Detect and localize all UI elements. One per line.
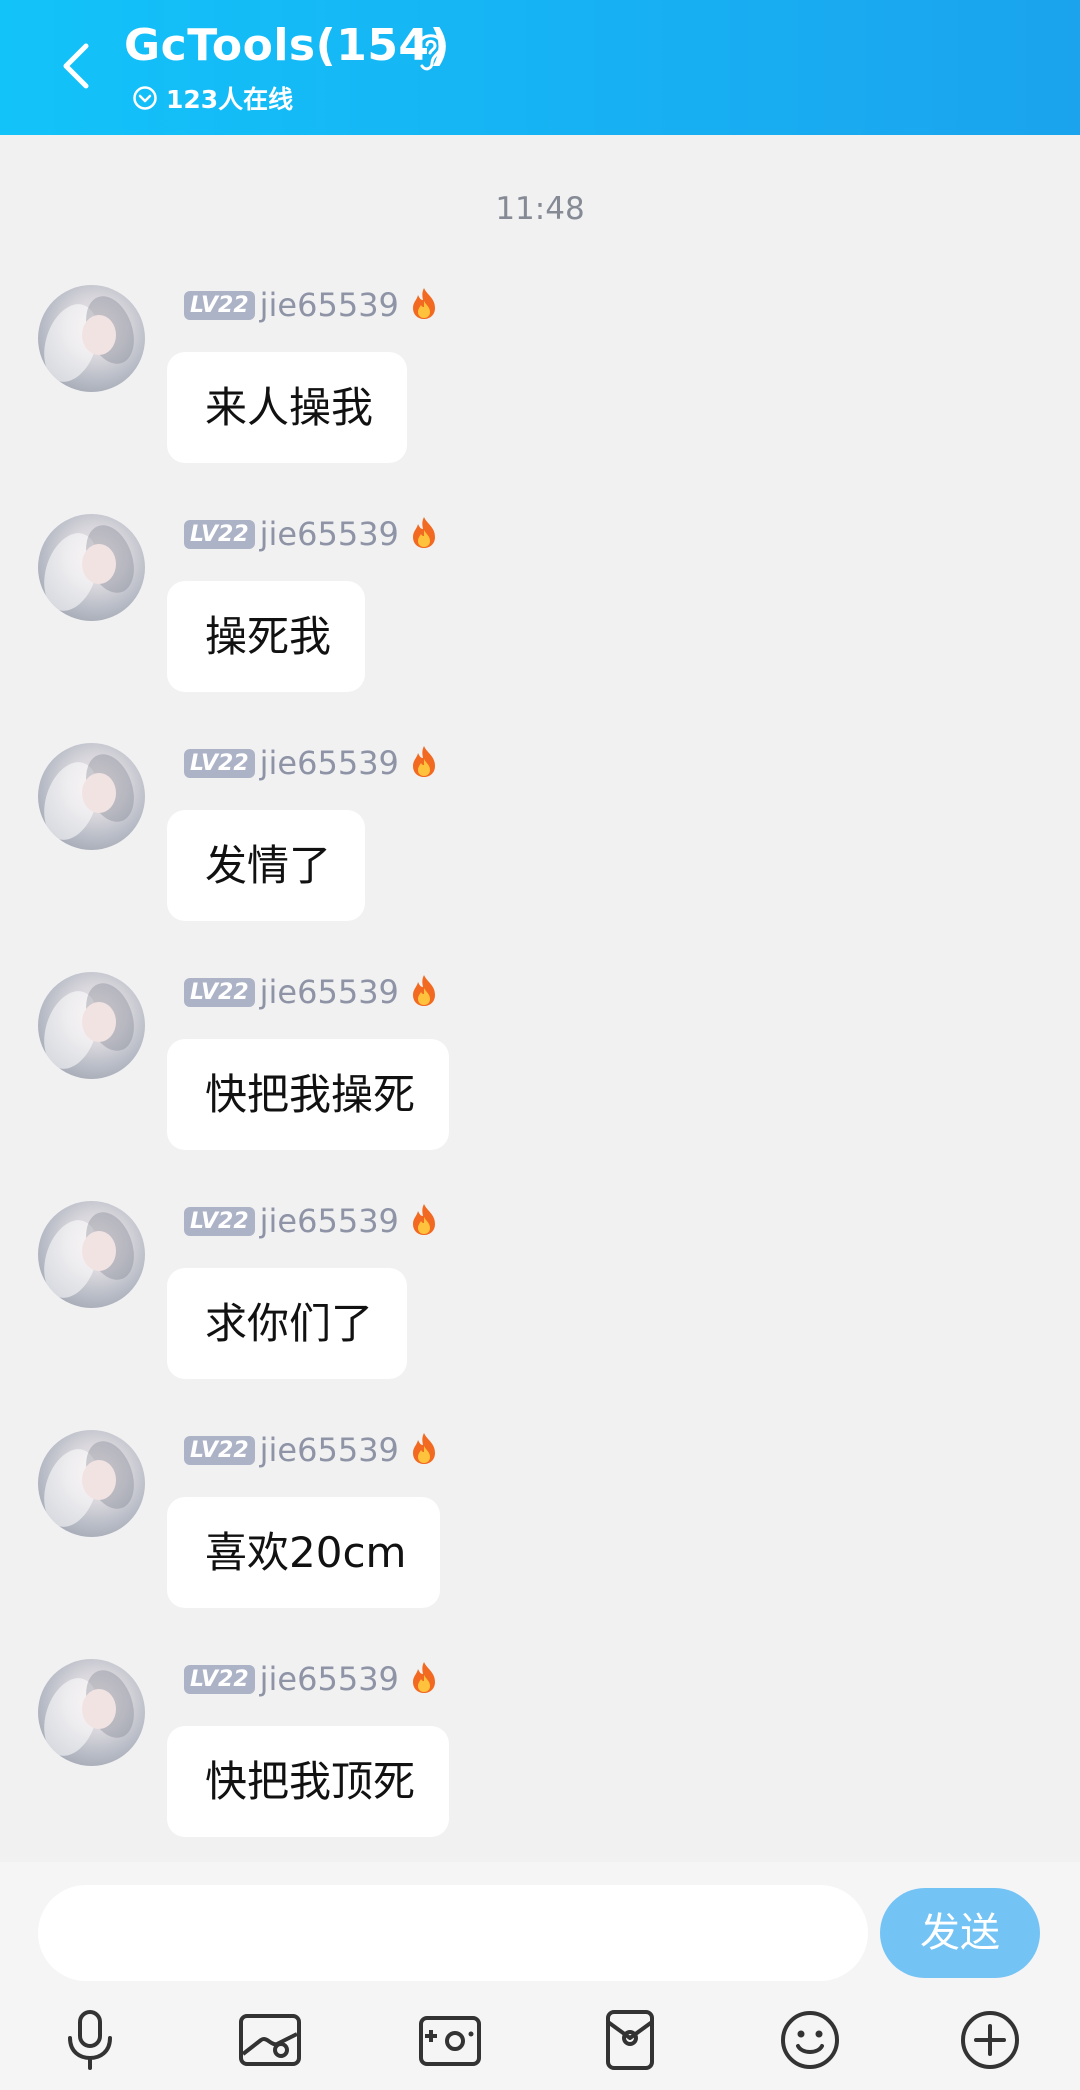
- red-packet-icon: [606, 2010, 654, 2070]
- sender-name[interactable]: jie65539: [260, 744, 399, 782]
- back-button[interactable]: [48, 34, 104, 98]
- online-status[interactable]: 123人在线: [132, 80, 293, 116]
- message-item: LV22 jie65539 求你们了: [0, 1201, 1080, 1430]
- emoji-button[interactable]: [770, 2000, 850, 2080]
- plus-icon: [961, 2011, 1019, 2069]
- voice-button[interactable]: [50, 2000, 130, 2080]
- emoji-icon: [781, 2011, 839, 2069]
- sender-name[interactable]: jie65539: [260, 973, 399, 1011]
- image-icon: [239, 2014, 301, 2066]
- sender-name[interactable]: jie65539: [260, 515, 399, 553]
- sender-meta: LV22 jie65539: [184, 286, 439, 324]
- level-badge: LV22: [184, 1206, 255, 1236]
- avatar[interactable]: [38, 972, 145, 1079]
- level-badge: LV22: [184, 519, 255, 549]
- online-count: 123人在线: [166, 85, 294, 114]
- more-button[interactable]: [950, 2000, 1030, 2080]
- ear-icon[interactable]: [412, 28, 448, 78]
- level-badge: LV22: [184, 1664, 255, 1694]
- message-item: LV22 jie65539 发情了: [0, 743, 1080, 972]
- sender-meta: LV22 jie65539: [184, 1660, 439, 1698]
- sender-meta: LV22 jie65539: [184, 973, 439, 1011]
- chevron-left-icon: [63, 43, 89, 89]
- chevron-down-circle-icon: [133, 86, 157, 110]
- group-title[interactable]: GcTools(154): [124, 20, 450, 71]
- message-item: LV22 jie65539 快把我操死: [0, 972, 1080, 1201]
- avatar[interactable]: [38, 743, 145, 850]
- sender-name[interactable]: jie65539: [260, 1202, 399, 1240]
- fire-icon: [409, 744, 439, 782]
- message-item: LV22 jie65539 快把我顶死: [0, 1659, 1080, 1862]
- avatar[interactable]: [38, 514, 145, 621]
- message-item: LV22 jie65539 喜欢20cm: [0, 1430, 1080, 1659]
- avatar[interactable]: [38, 1659, 145, 1766]
- photo-button[interactable]: [230, 2000, 310, 2080]
- sender-name[interactable]: jie65539: [260, 1431, 399, 1469]
- sender-name[interactable]: jie65539: [260, 286, 399, 324]
- level-badge: LV22: [184, 290, 255, 320]
- red-packet-button[interactable]: [590, 2000, 670, 2080]
- fire-icon: [409, 1202, 439, 1240]
- avatar[interactable]: [38, 1201, 145, 1308]
- message-bubble[interactable]: 快把我顶死: [167, 1726, 450, 1837]
- message-input[interactable]: [38, 1885, 868, 1981]
- message-bubble[interactable]: 喜欢20cm: [167, 1497, 441, 1608]
- camera-icon: [419, 2016, 481, 2066]
- input-toolbar: [0, 2000, 1080, 2080]
- level-badge: LV22: [184, 1435, 255, 1465]
- fire-icon: [409, 973, 439, 1011]
- send-button[interactable]: 发送: [880, 1888, 1040, 1978]
- sender-meta: LV22 jie65539: [184, 515, 439, 553]
- chat-header: GcTools(154) 123人在线: [0, 0, 1080, 135]
- message-timestamp: 11:48: [495, 191, 585, 227]
- level-badge: LV22: [184, 977, 255, 1007]
- composer-bar: 发送: [0, 1862, 1080, 2090]
- message-bubble[interactable]: 发情了: [167, 810, 366, 921]
- message-list[interactable]: 11:48 LV22 jie65539 来人操我 LV22 jie65539 操死我 LV2…: [0, 135, 1080, 1862]
- sender-meta: LV22 jie65539: [184, 1202, 439, 1240]
- message-bubble[interactable]: 快把我操死: [167, 1039, 450, 1150]
- microphone-icon: [68, 2010, 112, 2070]
- message-bubble[interactable]: 求你们了: [167, 1268, 408, 1379]
- fire-icon: [409, 515, 439, 553]
- avatar[interactable]: [38, 1430, 145, 1537]
- fire-icon: [409, 1660, 439, 1698]
- message-bubble[interactable]: 操死我: [167, 581, 366, 692]
- sender-meta: LV22 jie65539: [184, 744, 439, 782]
- message-item: LV22 jie65539 操死我: [0, 514, 1080, 743]
- camera-button[interactable]: [410, 2000, 490, 2080]
- sender-name[interactable]: jie65539: [260, 1660, 399, 1698]
- message-item: LV22 jie65539 来人操我: [0, 285, 1080, 514]
- message-bubble[interactable]: 来人操我: [167, 352, 408, 463]
- avatar[interactable]: [38, 285, 145, 392]
- fire-icon: [409, 286, 439, 324]
- fire-icon: [409, 1431, 439, 1469]
- sender-meta: LV22 jie65539: [184, 1431, 439, 1469]
- level-badge: LV22: [184, 748, 255, 778]
